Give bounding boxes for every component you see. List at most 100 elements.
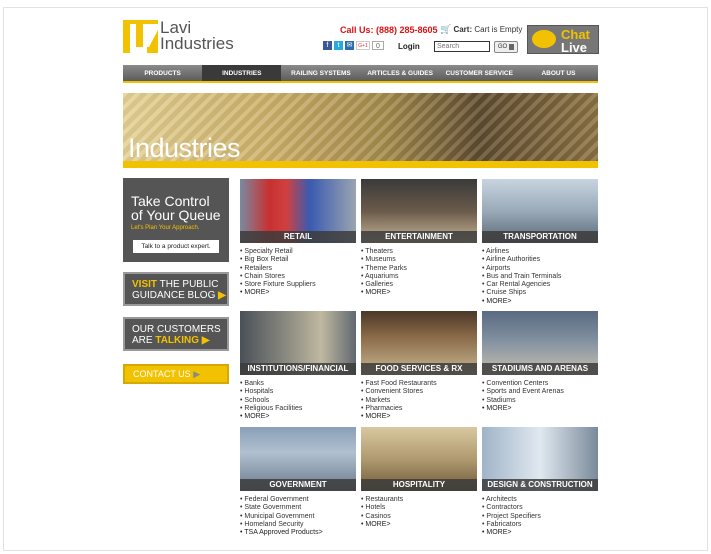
list-item[interactable]: State Government (240, 504, 356, 512)
login-link[interactable]: Login (398, 42, 420, 51)
industry-image-hospitality[interactable]: HOSPITALITY (361, 427, 477, 491)
list-item[interactable]: Theme Parks (361, 265, 477, 273)
list-item[interactable]: Stadiums (482, 397, 598, 405)
nav-item-railing-systems[interactable]: RAILING SYSTEMS (281, 65, 360, 81)
list-item[interactable]: Cruise Ships (482, 289, 598, 297)
cart-status[interactable]: 🛒 Cart: Cart is Empty (440, 24, 522, 35)
industry-image-retail[interactable]: RETAIL (240, 179, 356, 243)
list-item[interactable]: Store Fixture Suppliers (240, 281, 356, 289)
queue-subtitle: Let's Plan Your Approach. (131, 225, 200, 231)
logo-line2: Industries (160, 34, 234, 53)
list-item[interactable]: Homeland Security (240, 521, 356, 529)
industry-image-stadiums-and-arenas[interactable]: STADIUMS AND ARENAS (482, 311, 598, 375)
industry-image-design-construction[interactable]: DESIGN & CONSTRUCTION (482, 427, 598, 491)
more-link[interactable]: TSA Approved Products> (240, 529, 356, 537)
industry-card-institutions-financial: INSTITUTIONS/FINANCIAL BanksHospitalsScho… (240, 311, 356, 421)
list-item[interactable]: Fast Food Restaurants (361, 380, 477, 388)
list-item[interactable]: Theaters (361, 248, 477, 256)
list-item[interactable]: Galleries (361, 281, 477, 289)
industry-card-stadiums-and-arenas: STADIUMS AND ARENAS Convention CentersSpo… (482, 311, 598, 413)
list-item[interactable]: Religious Facilities (240, 405, 356, 413)
list-item[interactable]: Contractors (482, 504, 598, 512)
list-item[interactable]: Schools (240, 397, 356, 405)
list-item[interactable]: Convention Centers (482, 380, 598, 388)
more-link[interactable]: MORE> (361, 521, 477, 529)
list-item[interactable]: Chain Stores (240, 273, 356, 281)
industry-list: Specialty RetailBig Box RetailRetailersC… (240, 248, 356, 298)
queue-title-line1: Take Control (131, 193, 210, 209)
nav-item-articles-guides[interactable]: ARTICLES & GUIDES (361, 65, 440, 81)
list-item[interactable]: Aquariums (361, 273, 477, 281)
industry-card-food-services-rx: FOOD SERVICES & RX Fast Food RestaurantsC… (361, 311, 477, 421)
more-link[interactable]: MORE> (482, 298, 598, 306)
main-nav: PRODUCTS INDUSTRIES RAILING SYSTEMS ARTICLE… (123, 65, 598, 83)
blog-promo[interactable]: VISIT THE PUBLIC GUIDANCE BLOG ▶ (123, 272, 229, 306)
industry-card-retail: RETAIL Specialty RetailBig Box RetailReta… (240, 179, 356, 298)
logo-mark-icon (123, 20, 158, 53)
industry-image-entertainment[interactable]: ENTERTAINMENT (361, 179, 477, 243)
list-item[interactable]: Airline Authorities (482, 256, 598, 264)
industry-image-government[interactable]: GOVERNMENT (240, 427, 356, 491)
email-icon[interactable]: ✉ (345, 41, 354, 50)
list-item[interactable]: Retailers (240, 265, 356, 273)
more-link[interactable]: MORE> (240, 413, 356, 421)
list-item[interactable]: Museums (361, 256, 477, 264)
list-item[interactable]: Fabricators (482, 521, 598, 529)
list-item[interactable]: Airports (482, 265, 598, 273)
list-item[interactable]: Casinos (361, 513, 477, 521)
blog-highlight: VISIT (132, 279, 158, 290)
more-link[interactable]: MORE> (482, 529, 598, 537)
nav-item-products[interactable]: PRODUCTS (123, 65, 202, 81)
nav-item-customer-service[interactable]: CUSTOMER SERVICE (440, 65, 519, 81)
talk-to-expert-button[interactable]: Talk to a product expert. (133, 240, 219, 253)
list-item[interactable]: Airlines (482, 248, 598, 256)
live-chat-button[interactable]: Chat Live (527, 25, 599, 55)
google-plus-icon[interactable]: G+1 (356, 41, 370, 50)
industry-card-hospitality: HOSPITALITY RestaurantsHotelsCasinosMORE> (361, 427, 477, 529)
blog-line2-text: GUIDANCE BLOG (132, 290, 216, 301)
queue-promo[interactable]: Take Control of Your Queue Let's Plan Yo… (123, 178, 229, 262)
list-item[interactable]: Pharmacies (361, 405, 477, 413)
more-link[interactable]: MORE> (361, 413, 477, 421)
customers-highlight: TALKING (155, 335, 200, 346)
list-item[interactable]: Banks (240, 380, 356, 388)
list-item[interactable]: Markets (361, 397, 477, 405)
customers-promo[interactable]: OUR CUSTOMERS ARE TALKING ▶ (123, 317, 229, 351)
list-item[interactable]: Car Rental Agencies (482, 281, 598, 289)
industry-image-institutions-financial[interactable]: INSTITUTIONS/FINANCIAL (240, 311, 356, 375)
twitter-icon[interactable]: t (334, 41, 343, 50)
contact-us-button[interactable]: CONTACT US ▶ (123, 364, 229, 384)
industry-card-design-construction: DESIGN & CONSTRUCTION ArchitectsContracto… (482, 427, 598, 537)
list-item[interactable]: Bus and Train Terminals (482, 273, 598, 281)
go-button[interactable]: GO (494, 41, 518, 53)
industry-title: STADIUMS AND ARENAS (482, 363, 598, 375)
list-item[interactable]: Hospitals (240, 388, 356, 396)
industry-title: TRANSPORTATION (482, 231, 598, 243)
list-item[interactable]: Municipal Government (240, 513, 356, 521)
industry-title: RETAIL (240, 231, 356, 243)
more-link[interactable]: MORE> (240, 289, 356, 297)
nav-item-about-us[interactable]: ABOUT US (519, 65, 598, 81)
facebook-icon[interactable]: f (323, 41, 332, 50)
list-item[interactable]: Architects (482, 496, 598, 504)
more-link[interactable]: MORE> (482, 405, 598, 413)
list-item[interactable]: Federal Government (240, 496, 356, 504)
list-item[interactable]: Project Specifiers (482, 513, 598, 521)
list-item[interactable]: Restaurants (361, 496, 477, 504)
list-item[interactable]: Sports and Event Arenas (482, 388, 598, 396)
cart-icon: 🛒 (440, 24, 452, 34)
list-item[interactable]: Hotels (361, 504, 477, 512)
page: Lavi Industries Call Us: (888) 285-8605 … (0, 0, 711, 554)
list-item[interactable]: Convenient Stores (361, 388, 477, 396)
list-item[interactable]: Big Box Retail (240, 256, 356, 264)
arrow-right-icon (509, 44, 515, 50)
call-us-text[interactable]: Call Us: (888) 285-8605 (340, 25, 438, 35)
industry-image-transportation[interactable]: TRANSPORTATION (482, 179, 598, 243)
search-input[interactable] (434, 41, 490, 52)
list-item[interactable]: Specialty Retail (240, 248, 356, 256)
nav-item-industries[interactable]: INDUSTRIES (202, 65, 282, 81)
social-links: f t ✉ G+1 0 (323, 41, 384, 50)
industry-image-food-services-rx[interactable]: FOOD SERVICES & RX (361, 311, 477, 375)
more-link[interactable]: MORE> (361, 289, 477, 297)
live-label: Live (561, 40, 588, 55)
